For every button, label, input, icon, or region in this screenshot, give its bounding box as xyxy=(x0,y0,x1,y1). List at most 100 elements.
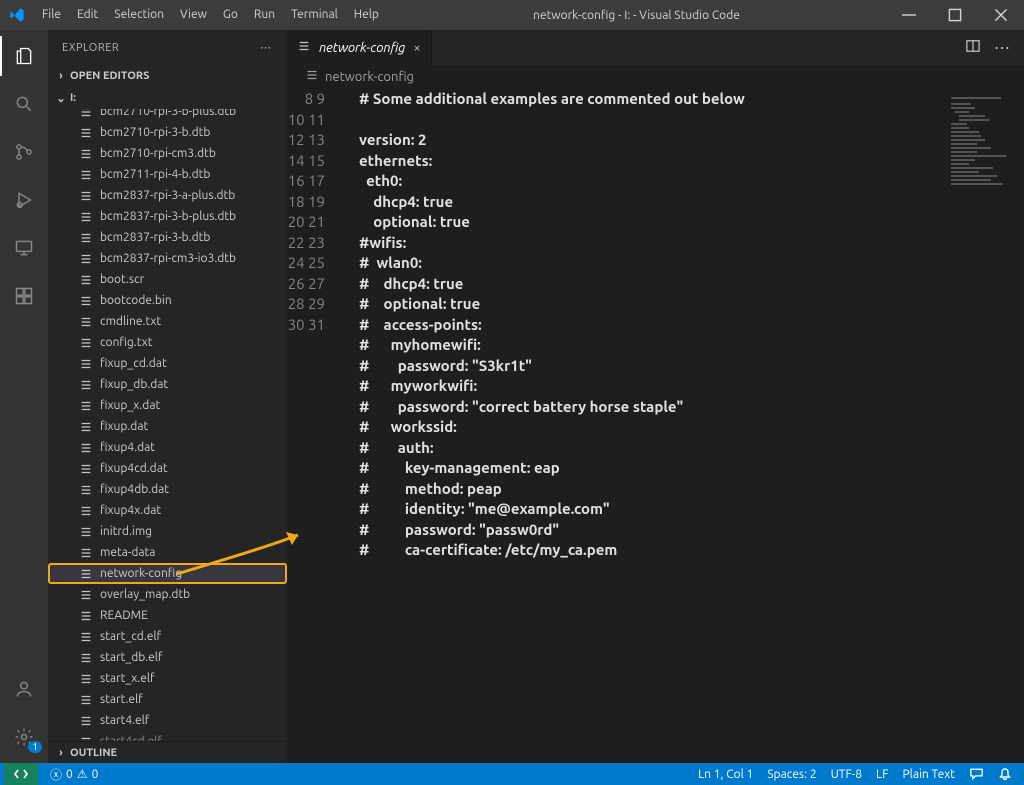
file-icon xyxy=(78,588,94,602)
more-actions-icon[interactable]: ⋯ xyxy=(994,38,1010,57)
window-controls xyxy=(886,0,1024,30)
file-item[interactable]: config.txt xyxy=(48,332,287,353)
explorer-icon[interactable] xyxy=(0,36,48,76)
accounts-icon[interactable] xyxy=(0,669,48,709)
breadcrumb-label: network-config xyxy=(325,70,414,84)
editor-group: network-config × ⋯ network-config 8 9 10… xyxy=(287,30,1024,763)
main-area: 1 EXPLORER ⋯ › OPEN EDITORS ⌄ I: bcm2710… xyxy=(0,30,1024,763)
warning-icon: ⚠ xyxy=(77,767,88,781)
file-icon xyxy=(78,420,94,434)
file-item[interactable]: start4.elf xyxy=(48,710,287,731)
file-icon xyxy=(78,546,94,560)
chevron-right-icon: › xyxy=(54,70,68,82)
search-icon[interactable] xyxy=(0,84,48,124)
folder-root-section[interactable]: ⌄ I: xyxy=(48,87,287,109)
file-item[interactable]: README xyxy=(48,605,287,626)
open-editors-section[interactable]: › OPEN EDITORS xyxy=(48,65,287,87)
menu-selection[interactable]: Selection xyxy=(106,0,172,30)
file-label: boot.scr xyxy=(100,273,144,286)
file-icon xyxy=(78,567,94,581)
editor-actions: ⋯ xyxy=(966,30,1024,65)
status-bar: ⓧ0 ⚠0 Ln 1, Col 1 Spaces: 2 UTF-8 LF Pla… xyxy=(0,763,1024,785)
file-label: overlay_map.dtb xyxy=(100,588,190,601)
file-item[interactable]: boot.scr xyxy=(48,269,287,290)
close-icon[interactable]: × xyxy=(413,41,420,55)
file-item[interactable]: bcm2710-rpi-cm3.dtb xyxy=(48,143,287,164)
menu-file[interactable]: File xyxy=(34,0,69,30)
close-button[interactable] xyxy=(978,0,1024,30)
notifications-icon[interactable] xyxy=(998,767,1012,781)
menu-run[interactable]: Run xyxy=(246,0,283,30)
menu-view[interactable]: View xyxy=(172,0,215,30)
tab-network-config[interactable]: network-config × xyxy=(287,30,432,65)
file-item[interactable]: fixup4.dat xyxy=(48,437,287,458)
minimize-button[interactable] xyxy=(886,0,932,30)
file-label: fixup4cd.dat xyxy=(100,462,168,475)
file-item[interactable]: fixup4db.dat xyxy=(48,479,287,500)
remote-explorer-icon[interactable] xyxy=(0,228,48,268)
menu-terminal[interactable]: Terminal xyxy=(283,0,346,30)
eol[interactable]: LF xyxy=(876,768,888,781)
feedback-icon[interactable] xyxy=(969,767,984,781)
code-content[interactable]: # Some additional examples are commented… xyxy=(335,89,944,763)
chevron-right-icon: › xyxy=(54,747,68,759)
file-item[interactable]: network-config xyxy=(48,563,287,584)
source-control-icon[interactable] xyxy=(0,132,48,172)
file-label: fixup4x.dat xyxy=(100,504,161,517)
encoding[interactable]: UTF-8 xyxy=(831,768,862,781)
menu-help[interactable]: Help xyxy=(346,0,387,30)
menu-go[interactable]: Go xyxy=(215,0,246,30)
remote-indicator[interactable] xyxy=(4,763,38,785)
file-item[interactable]: bcm2837-rpi-cm3-io3.dtb xyxy=(48,248,287,269)
file-icon xyxy=(297,39,311,56)
file-item[interactable]: bootcode.bin xyxy=(48,290,287,311)
outline-section[interactable]: › OUTLINE xyxy=(48,741,287,763)
file-icon xyxy=(78,252,94,266)
activity-bar: 1 xyxy=(0,30,48,763)
file-item[interactable]: start.elf xyxy=(48,689,287,710)
file-item[interactable]: bcm2837-rpi-3-b.dtb xyxy=(48,227,287,248)
file-item[interactable]: start_cd.elf xyxy=(48,626,287,647)
file-item[interactable]: fixup4x.dat xyxy=(48,500,287,521)
text-editor[interactable]: 8 9 10 11 12 13 14 15 16 17 18 19 20 21 … xyxy=(287,89,944,763)
file-item[interactable]: start_db.elf xyxy=(48,647,287,668)
maximize-button[interactable] xyxy=(932,0,978,30)
file-item[interactable]: cmdline.txt xyxy=(48,311,287,332)
run-debug-icon[interactable] xyxy=(0,180,48,220)
open-editors-label: OPEN EDITORS xyxy=(70,70,149,82)
menu-edit[interactable]: Edit xyxy=(69,0,106,30)
file-item[interactable]: start_x.elf xyxy=(48,668,287,689)
settings-gear-icon[interactable]: 1 xyxy=(0,717,48,757)
minimap[interactable] xyxy=(944,89,1024,763)
explorer-more-icon[interactable]: ⋯ xyxy=(260,41,273,54)
cursor-position[interactable]: Ln 1, Col 1 xyxy=(698,768,753,781)
extensions-icon[interactable] xyxy=(0,276,48,316)
file-icon xyxy=(78,630,94,644)
file-item[interactable]: fixup.dat xyxy=(48,416,287,437)
file-tree[interactable]: bcm2710-rpi-3-b-plus.dtb bcm2710-rpi-3-b.… xyxy=(48,109,287,741)
file-item[interactable]: bcm2837-rpi-3-b-plus.dtb xyxy=(48,206,287,227)
file-label: bcm2837-rpi-3-a-plus.dtb xyxy=(100,189,235,202)
file-label: bcm2710-rpi-3-b.dtb xyxy=(100,126,210,139)
file-icon xyxy=(78,735,94,742)
file-label: bcm2837-rpi-cm3-io3.dtb xyxy=(100,252,236,265)
file-item[interactable]: bcm2710-rpi-3-b-plus.dtb xyxy=(48,109,287,122)
file-item[interactable]: fixup_x.dat xyxy=(48,395,287,416)
file-item[interactable]: fixup4cd.dat xyxy=(48,458,287,479)
file-item[interactable]: bcm2710-rpi-3-b.dtb xyxy=(48,122,287,143)
file-item[interactable]: fixup_db.dat xyxy=(48,374,287,395)
split-editor-icon[interactable] xyxy=(966,39,980,57)
breadcrumb[interactable]: network-config xyxy=(287,65,1024,89)
file-label: bcm2837-rpi-3-b-plus.dtb xyxy=(100,210,236,223)
file-item[interactable]: bcm2711-rpi-4-b.dtb xyxy=(48,164,287,185)
file-icon xyxy=(78,357,94,371)
problems-indicator[interactable]: ⓧ0 ⚠0 xyxy=(50,766,98,783)
file-item[interactable]: overlay_map.dtb xyxy=(48,584,287,605)
file-item[interactable]: start4cd.elf xyxy=(48,731,287,741)
file-item[interactable]: meta-data xyxy=(48,542,287,563)
file-item[interactable]: bcm2837-rpi-3-a-plus.dtb xyxy=(48,185,287,206)
indentation[interactable]: Spaces: 2 xyxy=(767,768,816,781)
file-item[interactable]: initrd.img xyxy=(48,521,287,542)
language-mode[interactable]: Plain Text xyxy=(902,768,955,781)
file-item[interactable]: fixup_cd.dat xyxy=(48,353,287,374)
